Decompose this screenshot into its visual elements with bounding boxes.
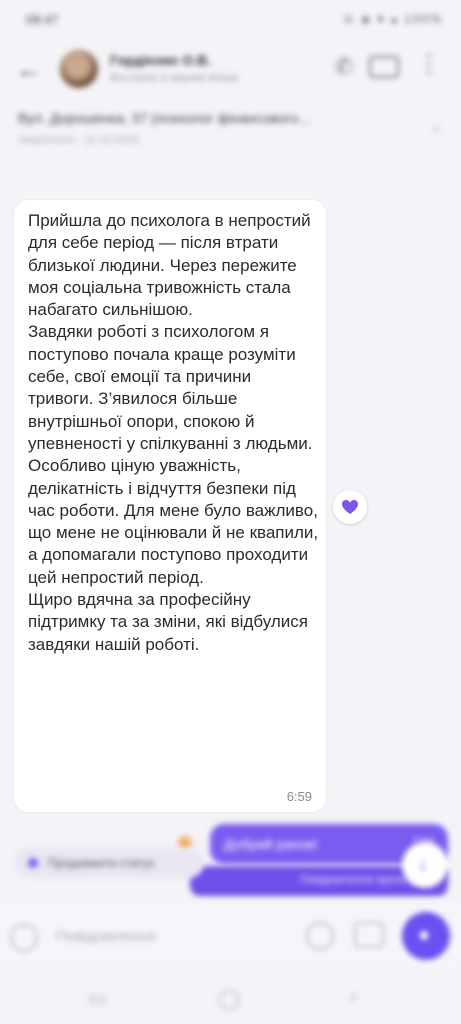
- video-camera-icon[interactable]: [369, 56, 399, 78]
- microphone-icon: ●: [418, 924, 431, 946]
- system-nav-bar: ▭ ◯ ‹: [0, 974, 461, 1024]
- message-input-placeholder: Повідомлення: [56, 928, 156, 945]
- sticker-icon[interactable]: [354, 922, 384, 948]
- message-input[interactable]: Повідомлення: [44, 916, 344, 956]
- avatar[interactable]: [60, 50, 98, 88]
- message-composer: Повідомлення ●: [0, 902, 461, 966]
- heart-icon: [342, 500, 358, 514]
- microphone-button[interactable]: ●: [402, 912, 450, 960]
- arrow-down-icon: ↓: [418, 853, 428, 875]
- back-arrow-icon[interactable]: ←: [16, 54, 42, 85]
- more-vertical-icon[interactable]: ⋮: [417, 50, 441, 79]
- pinned-title: Вул. Дорошенка, 37 (психолог фінансового…: [18, 110, 310, 126]
- contact-name[interactable]: Гордієнко О.В.: [110, 52, 211, 68]
- suggestion-label: Продовжити статус: [48, 856, 156, 870]
- pinned-subtitle: Закріплено · 11.02.2025: [18, 134, 139, 146]
- status-time: 09:47: [26, 12, 59, 27]
- contact-status: Востаннє в мережі вчора: [110, 72, 238, 84]
- scroll-down-button[interactable]: ↓: [402, 842, 448, 888]
- heart-reaction[interactable]: [333, 490, 367, 524]
- phone-icon[interactable]: ✆: [335, 54, 353, 80]
- outgoing-text: Добрий ранок!: [224, 836, 318, 852]
- chevron-down-icon[interactable]: ⌄: [430, 116, 443, 136]
- message-text: Прийшла до психолога в непростий для себ…: [28, 211, 319, 654]
- back-icon[interactable]: ‹: [350, 986, 357, 1009]
- emoji-icon[interactable]: [306, 922, 334, 950]
- status-bar: 09:47 ⊙ ◈ ▾ ▴ 100%: [0, 0, 461, 40]
- status-icons: ⊙ ◈ ▾ ▴ 100%: [343, 12, 443, 26]
- incoming-message-bubble[interactable]: Прийшла до психолога в непростий для себ…: [14, 200, 326, 812]
- chat-header: ← Гордієнко О.В. Востаннє в мережі вчора…: [0, 40, 461, 98]
- pinned-message[interactable]: Вул. Дорошенка, 37 (психолог фінансового…: [0, 100, 461, 156]
- dot-icon: [28, 858, 38, 868]
- suggestion-chip[interactable]: Продовжити статус: [14, 848, 204, 878]
- message-time: 6:59: [286, 789, 312, 804]
- attach-icon[interactable]: [10, 924, 38, 952]
- home-icon[interactable]: ◯: [218, 986, 240, 1011]
- recents-icon[interactable]: ▭: [88, 986, 107, 1011]
